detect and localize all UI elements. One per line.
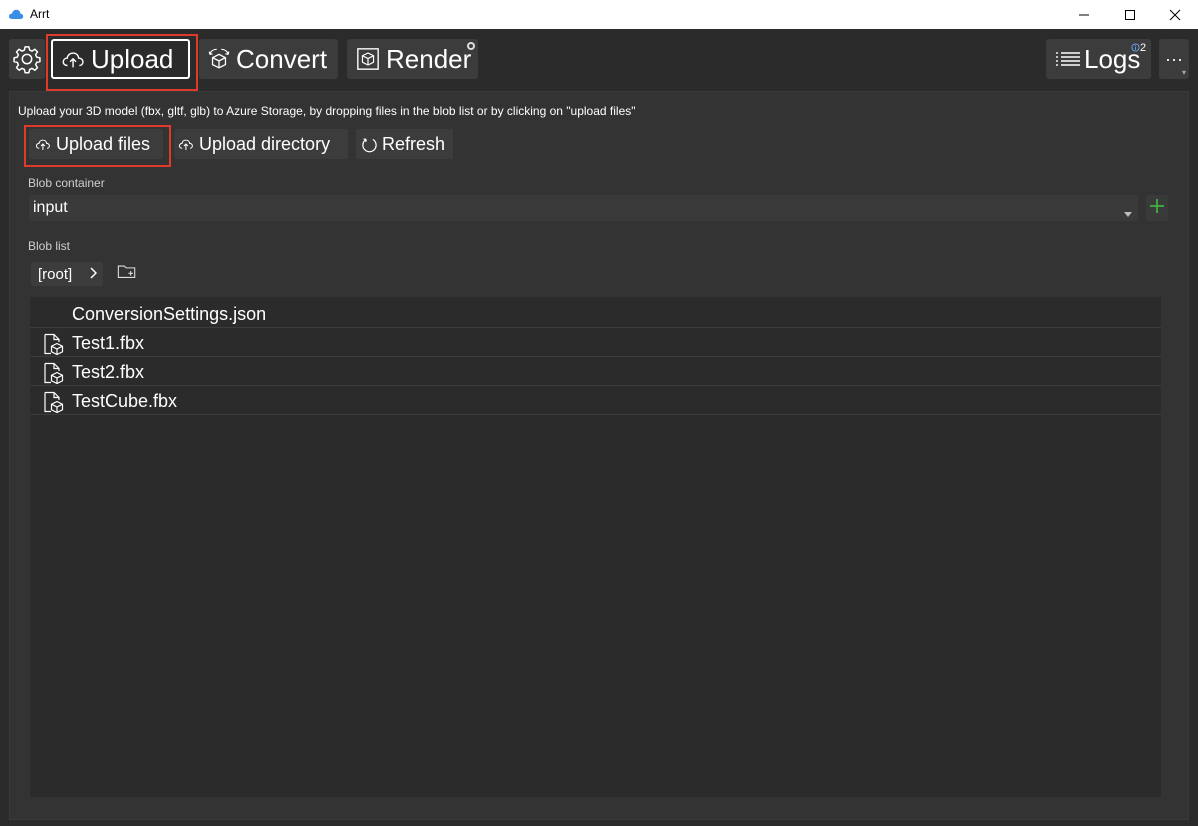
azure-cloud-icon [8, 7, 24, 21]
render-status-indicator [467, 42, 475, 50]
cloud-upload-icon [61, 48, 87, 70]
logs-count-badge: 2 [1131, 42, 1146, 54]
tab-convert[interactable]: Convert [199, 39, 338, 79]
blob-list[interactable]: ConversionSettings.json Test1.fbx Test2.… [30, 297, 1161, 797]
main-toolbar: Upload Convert Render Logs ··· [0, 29, 1198, 91]
breadcrumb-root[interactable]: [root] [31, 262, 103, 286]
chevron-down-icon: ▾ [1182, 68, 1187, 77]
logs-count: 2 [1140, 42, 1147, 54]
list-item[interactable]: TestCube.fbx [30, 386, 1161, 415]
list-item[interactable]: ConversionSettings.json [30, 299, 1161, 328]
refresh-button[interactable]: Refresh [356, 129, 453, 159]
upload-directory-label: Upload directory [199, 133, 331, 154]
upload-files-button[interactable]: Upload files [29, 129, 163, 159]
new-folder-button[interactable] [115, 262, 139, 286]
plus-icon [1149, 198, 1165, 219]
new-folder-icon [117, 263, 137, 285]
list-item[interactable]: Test1.fbx [30, 328, 1161, 357]
tab-upload-label: Upload [91, 43, 174, 74]
blob-container-value: input [33, 199, 68, 216]
model-file-icon [42, 362, 64, 385]
settings-button[interactable] [9, 39, 45, 79]
tab-convert-label: Convert [236, 43, 328, 74]
cube-convert-icon [207, 47, 231, 71]
title-bar: Arrt [0, 0, 1198, 29]
maximize-button[interactable] [1107, 0, 1153, 29]
info-icon [1131, 43, 1140, 52]
upload-directory-button[interactable]: Upload directory [174, 129, 348, 159]
tab-render[interactable]: Render [347, 39, 478, 79]
tab-upload[interactable]: Upload [51, 39, 190, 79]
refresh-icon [361, 136, 378, 153]
file-name: ConversionSettings.json [72, 304, 267, 324]
blob-container-select[interactable]: input [29, 195, 1138, 221]
blob-list-label: Blob list [28, 239, 71, 253]
file-name: Test2.fbx [72, 362, 145, 382]
tab-render-label: Render [386, 43, 472, 74]
breadcrumb-root-label: [root] [38, 266, 73, 283]
model-file-icon [42, 391, 64, 414]
chevron-right-icon [89, 266, 98, 283]
model-file-icon [42, 333, 64, 356]
file-name: TestCube.fbx [72, 391, 178, 411]
close-button[interactable] [1152, 0, 1198, 29]
upload-files-label: Upload files [56, 133, 151, 154]
cube-render-icon [356, 47, 380, 71]
chevron-down-icon [1124, 204, 1132, 222]
window-title: Arrt [30, 7, 50, 21]
cloud-upload-icon [178, 137, 195, 151]
upload-description: Upload your 3D model (fbx, gltf, glb) to… [18, 104, 636, 118]
list-item[interactable]: Test2.fbx [30, 357, 1161, 386]
cloud-upload-icon [35, 137, 52, 151]
blob-container-label: Blob container [28, 176, 105, 190]
minimize-button[interactable] [1061, 0, 1107, 29]
more-label: ··· [1165, 48, 1183, 69]
add-container-button[interactable] [1146, 195, 1168, 221]
file-name: Test1.fbx [72, 333, 145, 353]
list-icon [1055, 49, 1081, 69]
gear-icon [12, 44, 42, 74]
refresh-label: Refresh [382, 133, 446, 154]
